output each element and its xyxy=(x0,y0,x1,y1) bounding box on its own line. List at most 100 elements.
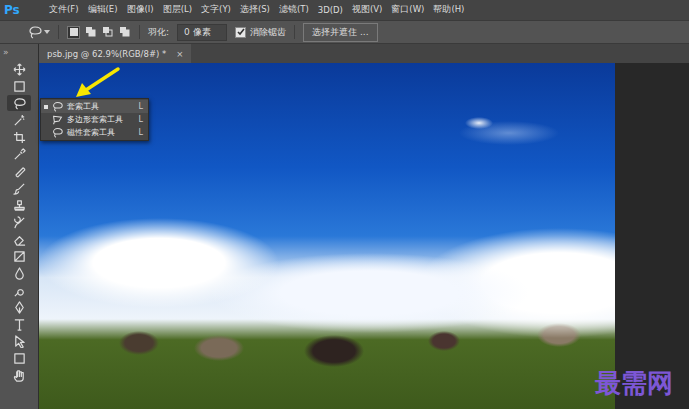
feather-input[interactable]: 0 像素 xyxy=(177,24,227,41)
brush-icon xyxy=(13,182,26,195)
tool-preset-picker[interactable] xyxy=(28,25,50,39)
ps-logo[interactable]: Ps xyxy=(4,3,40,17)
selection-mode-icon xyxy=(103,27,113,37)
anti-alias-checkbox[interactable]: 消除锯齿 xyxy=(235,26,286,39)
menu-item[interactable]: 编辑(E) xyxy=(88,4,118,16)
selection-mode-icon xyxy=(69,27,79,37)
dropdown-arrow-icon xyxy=(44,29,50,35)
tool-button[interactable] xyxy=(7,163,31,179)
selection-mode-button[interactable] xyxy=(84,26,97,39)
watermark: 最需网 xyxy=(595,366,673,401)
polygonal-lasso-icon xyxy=(52,114,63,125)
tool-button[interactable] xyxy=(7,248,31,264)
document-tab-bar: psb.jpg @ 62.9%(RGB/8#) * × xyxy=(39,44,689,63)
selection-mode-button[interactable] xyxy=(67,26,80,39)
menu-item[interactable]: 窗口(W) xyxy=(391,4,424,16)
selected-marker xyxy=(44,118,48,122)
selected-marker xyxy=(44,105,48,109)
menu-item[interactable]: 视图(V) xyxy=(352,4,382,16)
feather-label: 羽化: xyxy=(148,26,169,39)
type-icon xyxy=(13,318,26,331)
tool-button[interactable] xyxy=(7,180,31,196)
crop-icon xyxy=(13,131,26,144)
selection-mode-icon xyxy=(120,27,130,37)
tool-button[interactable] xyxy=(7,299,31,315)
lasso-icon xyxy=(28,25,42,39)
selection-mode-button[interactable] xyxy=(101,26,114,39)
eyedropper-icon xyxy=(13,148,26,161)
lasso-icon xyxy=(52,101,63,112)
tool-button[interactable] xyxy=(7,112,31,128)
tool-button[interactable] xyxy=(7,333,31,349)
menu-item[interactable]: 图像(I) xyxy=(127,4,154,16)
gradient-icon xyxy=(13,250,26,263)
dodge-icon xyxy=(13,284,26,297)
tool-button[interactable] xyxy=(7,367,31,383)
blur-icon xyxy=(13,267,26,280)
separator xyxy=(294,25,295,39)
menu-item[interactable]: 图层(L) xyxy=(163,4,192,16)
lasso-icon xyxy=(13,97,26,110)
check-icon xyxy=(237,28,245,36)
selected-marker xyxy=(44,131,48,135)
menu-bar: Ps 文件(F) 编辑(E) 图像(I) 图层(L) 文字(Y) 选择(S) 滤镜(T) 3D… xyxy=(0,0,689,20)
flyout-item[interactable]: 套索工具 L xyxy=(41,100,148,113)
flyout-item[interactable]: 磁性套索工具 L xyxy=(41,126,148,139)
flyout-item-label: 套索工具 xyxy=(67,101,135,112)
selection-mode-icon xyxy=(86,27,96,37)
history-brush-icon xyxy=(13,216,26,229)
menu-item[interactable]: 选择(S) xyxy=(240,4,270,16)
menu-item[interactable]: 帮助(H) xyxy=(433,4,464,16)
tool-button[interactable] xyxy=(7,129,31,145)
tool-button[interactable] xyxy=(7,231,31,247)
separator xyxy=(139,25,140,39)
flyout-item-shortcut: L xyxy=(139,102,143,111)
selection-mode-button[interactable] xyxy=(118,26,131,39)
shape-icon xyxy=(13,352,26,365)
tool-button[interactable] xyxy=(7,146,31,162)
menu-item[interactable]: 文件(F) xyxy=(49,4,79,16)
move-icon xyxy=(13,63,26,76)
document-tab[interactable]: psb.jpg @ 62.9%(RGB/8#) * × xyxy=(39,44,191,63)
marquee-icon xyxy=(13,80,26,93)
options-bar: 羽化: 0 像素 消除锯齿 选择并遮住 ... xyxy=(0,20,689,44)
separator xyxy=(58,25,59,39)
path-selection-icon xyxy=(13,335,26,348)
healing-icon xyxy=(13,165,26,178)
toolbar-collapse-button[interactable]: » xyxy=(0,44,9,60)
flyout-item-label: 多边形套索工具 xyxy=(67,114,135,125)
tool-button[interactable] xyxy=(7,265,31,281)
document-tab-title: psb.jpg @ 62.9%(RGB/8#) * xyxy=(47,49,166,59)
tool-button[interactable] xyxy=(7,197,31,213)
tab-close-button[interactable]: × xyxy=(176,49,183,59)
checkbox-box xyxy=(235,27,246,38)
photoshop-window: Ps 文件(F) 编辑(E) 图像(I) 图层(L) 文字(Y) 选择(S) 滤镜(T) 3D… xyxy=(0,0,689,409)
anti-alias-label: 消除锯齿 xyxy=(250,26,286,39)
pen-icon xyxy=(13,301,26,314)
eraser-icon xyxy=(13,233,26,246)
flyout-item-shortcut: L xyxy=(139,115,143,124)
hand-icon xyxy=(13,369,26,382)
toolbar: » xyxy=(0,44,39,409)
tool-button[interactable] xyxy=(7,95,31,111)
menu-item[interactable]: 3D(D) xyxy=(318,5,343,15)
flyout-item-shortcut: L xyxy=(139,128,143,137)
tool-button[interactable] xyxy=(7,214,31,230)
selection-mode-group xyxy=(67,26,131,39)
select-and-mask-button[interactable]: 选择并遮住 ... xyxy=(303,23,377,42)
flyout-item[interactable]: 多边形套索工具 L xyxy=(41,113,148,126)
menu-item[interactable]: 文字(Y) xyxy=(201,4,231,16)
pasteboard xyxy=(615,63,689,409)
yellow-arrow-icon xyxy=(72,66,122,100)
flyout-item-label: 磁性套索工具 xyxy=(67,127,135,138)
magnetic-lasso-icon xyxy=(52,127,63,138)
tool-button[interactable] xyxy=(7,316,31,332)
tool-button[interactable] xyxy=(7,78,31,94)
menu-item[interactable]: 滤镜(T) xyxy=(279,4,309,16)
magic-wand-icon xyxy=(13,114,26,127)
tool-button[interactable] xyxy=(7,350,31,366)
tool-button[interactable] xyxy=(7,282,31,298)
stamp-icon xyxy=(13,199,26,212)
tool-button[interactable] xyxy=(7,61,31,77)
lasso-tool-flyout: 套索工具 L 多边形套索工具 L 磁性套索工具 L xyxy=(40,98,149,141)
